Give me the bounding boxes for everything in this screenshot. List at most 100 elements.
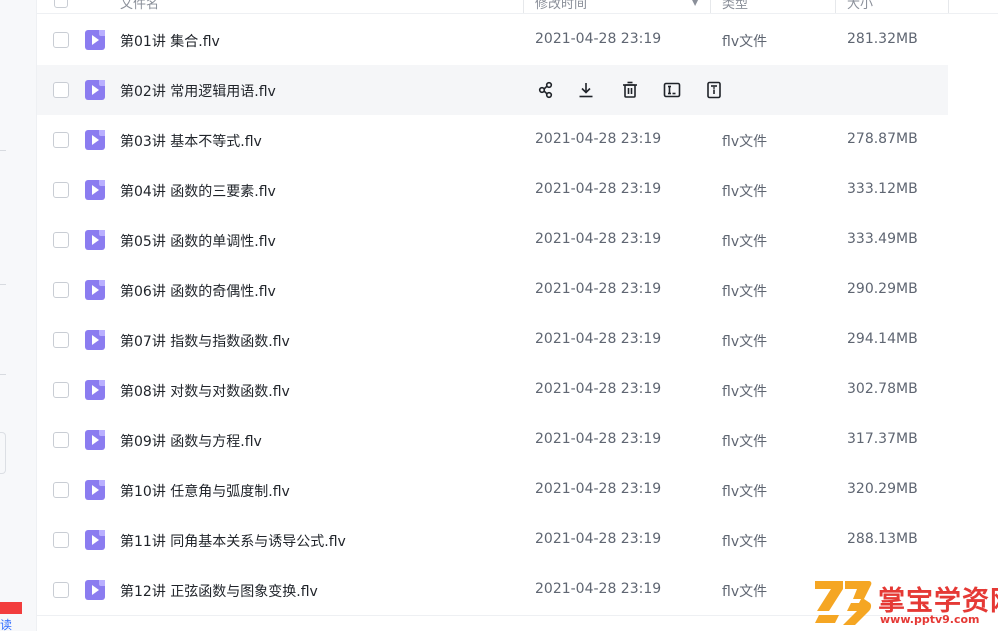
file-size: 333.12MB: [847, 181, 918, 197]
watermark-logo-icon: [815, 581, 872, 625]
share-button[interactable]: [534, 78, 558, 102]
rename-button[interactable]: [660, 78, 684, 102]
download-button[interactable]: [574, 78, 598, 102]
video-file-icon: [85, 180, 105, 200]
file-size: 320.29MB: [847, 481, 918, 497]
row-checkbox[interactable]: [53, 532, 69, 548]
file-name[interactable]: 第06讲 函数的奇偶性.flv: [120, 281, 276, 301]
sidebar-divider: [0, 284, 6, 285]
row-checkbox[interactable]: [53, 382, 69, 398]
sidebar-divider: [0, 150, 6, 151]
delete-button[interactable]: [618, 78, 642, 102]
file-type: flv文件: [722, 284, 768, 300]
left-sidebar: 读: [0, 0, 37, 631]
file-name[interactable]: 第01讲 集合.flv: [120, 31, 220, 51]
file-row[interactable]: 第09讲 函数与方程.flv 2021-04-28 23:19 flv文件 317.3…: [37, 415, 948, 465]
row-checkbox[interactable]: [53, 132, 69, 148]
sidebar-link[interactable]: 读: [0, 619, 12, 631]
file-size: 333.49MB: [847, 231, 918, 247]
file-list: 第01讲 集合.flv 2021-04-28 23:19 flv文件 281.32MB…: [37, 15, 948, 615]
file-modified-time: 2021-04-28 23:19: [535, 581, 662, 597]
video-file-icon: [85, 280, 105, 300]
file-name[interactable]: 第05讲 函数的单调性.flv: [120, 231, 276, 251]
file-row[interactable]: 第11讲 同角基本关系与诱导公式.flv 2021-04-28 23:19 flv文…: [37, 515, 948, 565]
file-row[interactable]: 第04讲 函数的三要素.flv 2021-04-28 23:19 flv文件 333.…: [37, 165, 948, 215]
detail-icon: [702, 78, 726, 102]
file-name[interactable]: 第10讲 任意角与弧度制.flv: [120, 481, 290, 501]
row-checkbox[interactable]: [53, 182, 69, 198]
file-name[interactable]: 第04讲 函数的三要素.flv: [120, 181, 276, 201]
file-row[interactable]: 第02讲 常用逻辑用语.flv: [37, 65, 948, 115]
video-file-icon: [85, 130, 105, 150]
select-all-checkbox[interactable]: [54, 0, 68, 8]
column-header-type[interactable]: 类型: [722, 0, 748, 12]
file-type: flv文件: [722, 234, 768, 250]
file-name[interactable]: 第03讲 基本不等式.flv: [120, 131, 262, 151]
file-type: flv文件: [722, 184, 768, 200]
column-header-time[interactable]: 修改时间: [535, 0, 587, 12]
video-file-icon: [85, 580, 105, 600]
row-checkbox[interactable]: [53, 282, 69, 298]
file-name[interactable]: 第12讲 正弦函数与图象变换.flv: [120, 581, 318, 601]
file-type: flv文件: [722, 434, 768, 450]
row-checkbox[interactable]: [53, 582, 69, 598]
sidebar-divider: [0, 374, 6, 375]
row-checkbox[interactable]: [53, 232, 69, 248]
row-checkbox[interactable]: [53, 432, 69, 448]
file-row[interactable]: 第12讲 正弦函数与图象变换.flv 2021-04-28 23:19 flv文件: [37, 565, 948, 615]
column-header-size[interactable]: 大小: [847, 0, 873, 12]
file-row[interactable]: 第08讲 对数与对数函数.flv 2021-04-28 23:19 flv文件 302…: [37, 365, 948, 415]
file-name[interactable]: 第02讲 常用逻辑用语.flv: [120, 81, 276, 101]
file-name[interactable]: 第07讲 指数与指数函数.flv: [120, 331, 290, 351]
column-divider: [948, 0, 949, 13]
file-modified-time: 2021-04-28 23:19: [535, 181, 662, 197]
file-size: 281.32MB: [847, 31, 918, 47]
row-checkbox[interactable]: [53, 482, 69, 498]
file-modified-time: 2021-04-28 23:19: [535, 231, 662, 247]
sort-down-icon[interactable]: ▼: [692, 0, 698, 7]
file-modified-time: 2021-04-28 23:19: [535, 31, 662, 47]
file-row[interactable]: 第01讲 集合.flv 2021-04-28 23:19 flv文件 281.32MB: [37, 15, 948, 65]
file-row[interactable]: 第03讲 基本不等式.flv 2021-04-28 23:19 flv文件 278.8…: [37, 115, 948, 165]
file-name[interactable]: 第11讲 同角基本关系与诱导公式.flv: [120, 531, 346, 551]
delete-icon: [618, 78, 642, 102]
file-type: flv文件: [722, 334, 768, 350]
sidebar-red-badge: [0, 602, 22, 614]
video-file-icon: [85, 230, 105, 250]
watermark-url: www.pptv9.com: [880, 613, 980, 626]
file-size: 294.14MB: [847, 331, 918, 347]
detail-button[interactable]: [702, 78, 726, 102]
file-size: 290.29MB: [847, 281, 918, 297]
video-file-icon: [85, 380, 105, 400]
file-row[interactable]: 第05讲 函数的单调性.flv 2021-04-28 23:19 flv文件 333.…: [37, 215, 948, 265]
list-bottom-divider: [37, 615, 948, 616]
video-file-icon: [85, 80, 105, 100]
file-modified-time: 2021-04-28 23:19: [535, 131, 662, 147]
file-type: flv文件: [722, 584, 768, 600]
column-divider: [835, 0, 836, 13]
file-size: 288.13MB: [847, 531, 918, 547]
file-list-header: 文件名 修改时间 ▼ 类型 大小: [37, 0, 998, 14]
file-size: 317.37MB: [847, 431, 918, 447]
watermark: 掌宝学资网 www.pptv9.com: [813, 577, 998, 631]
sidebar-collapse-handle[interactable]: [0, 432, 6, 474]
file-row[interactable]: 第10讲 任意角与弧度制.flv 2021-04-28 23:19 flv文件 320…: [37, 465, 948, 515]
file-type: flv文件: [722, 34, 768, 50]
column-header-name[interactable]: 文件名: [120, 0, 159, 12]
column-divider: [710, 0, 711, 13]
file-row[interactable]: 第07讲 指数与指数函数.flv 2021-04-28 23:19 flv文件 294…: [37, 315, 948, 365]
file-modified-time: 2021-04-28 23:19: [535, 481, 662, 497]
file-name[interactable]: 第09讲 函数与方程.flv: [120, 431, 262, 451]
column-divider: [523, 0, 524, 13]
file-size: 278.87MB: [847, 131, 918, 147]
file-modified-time: 2021-04-28 23:19: [535, 531, 662, 547]
file-size: 302.78MB: [847, 381, 918, 397]
file-name[interactable]: 第08讲 对数与对数函数.flv: [120, 381, 290, 401]
row-checkbox[interactable]: [53, 82, 69, 98]
video-file-icon: [85, 480, 105, 500]
row-checkbox[interactable]: [53, 332, 69, 348]
file-row[interactable]: 第06讲 函数的奇偶性.flv 2021-04-28 23:19 flv文件 290.…: [37, 265, 948, 315]
file-type: flv文件: [722, 484, 768, 500]
row-checkbox[interactable]: [53, 32, 69, 48]
video-file-icon: [85, 430, 105, 450]
